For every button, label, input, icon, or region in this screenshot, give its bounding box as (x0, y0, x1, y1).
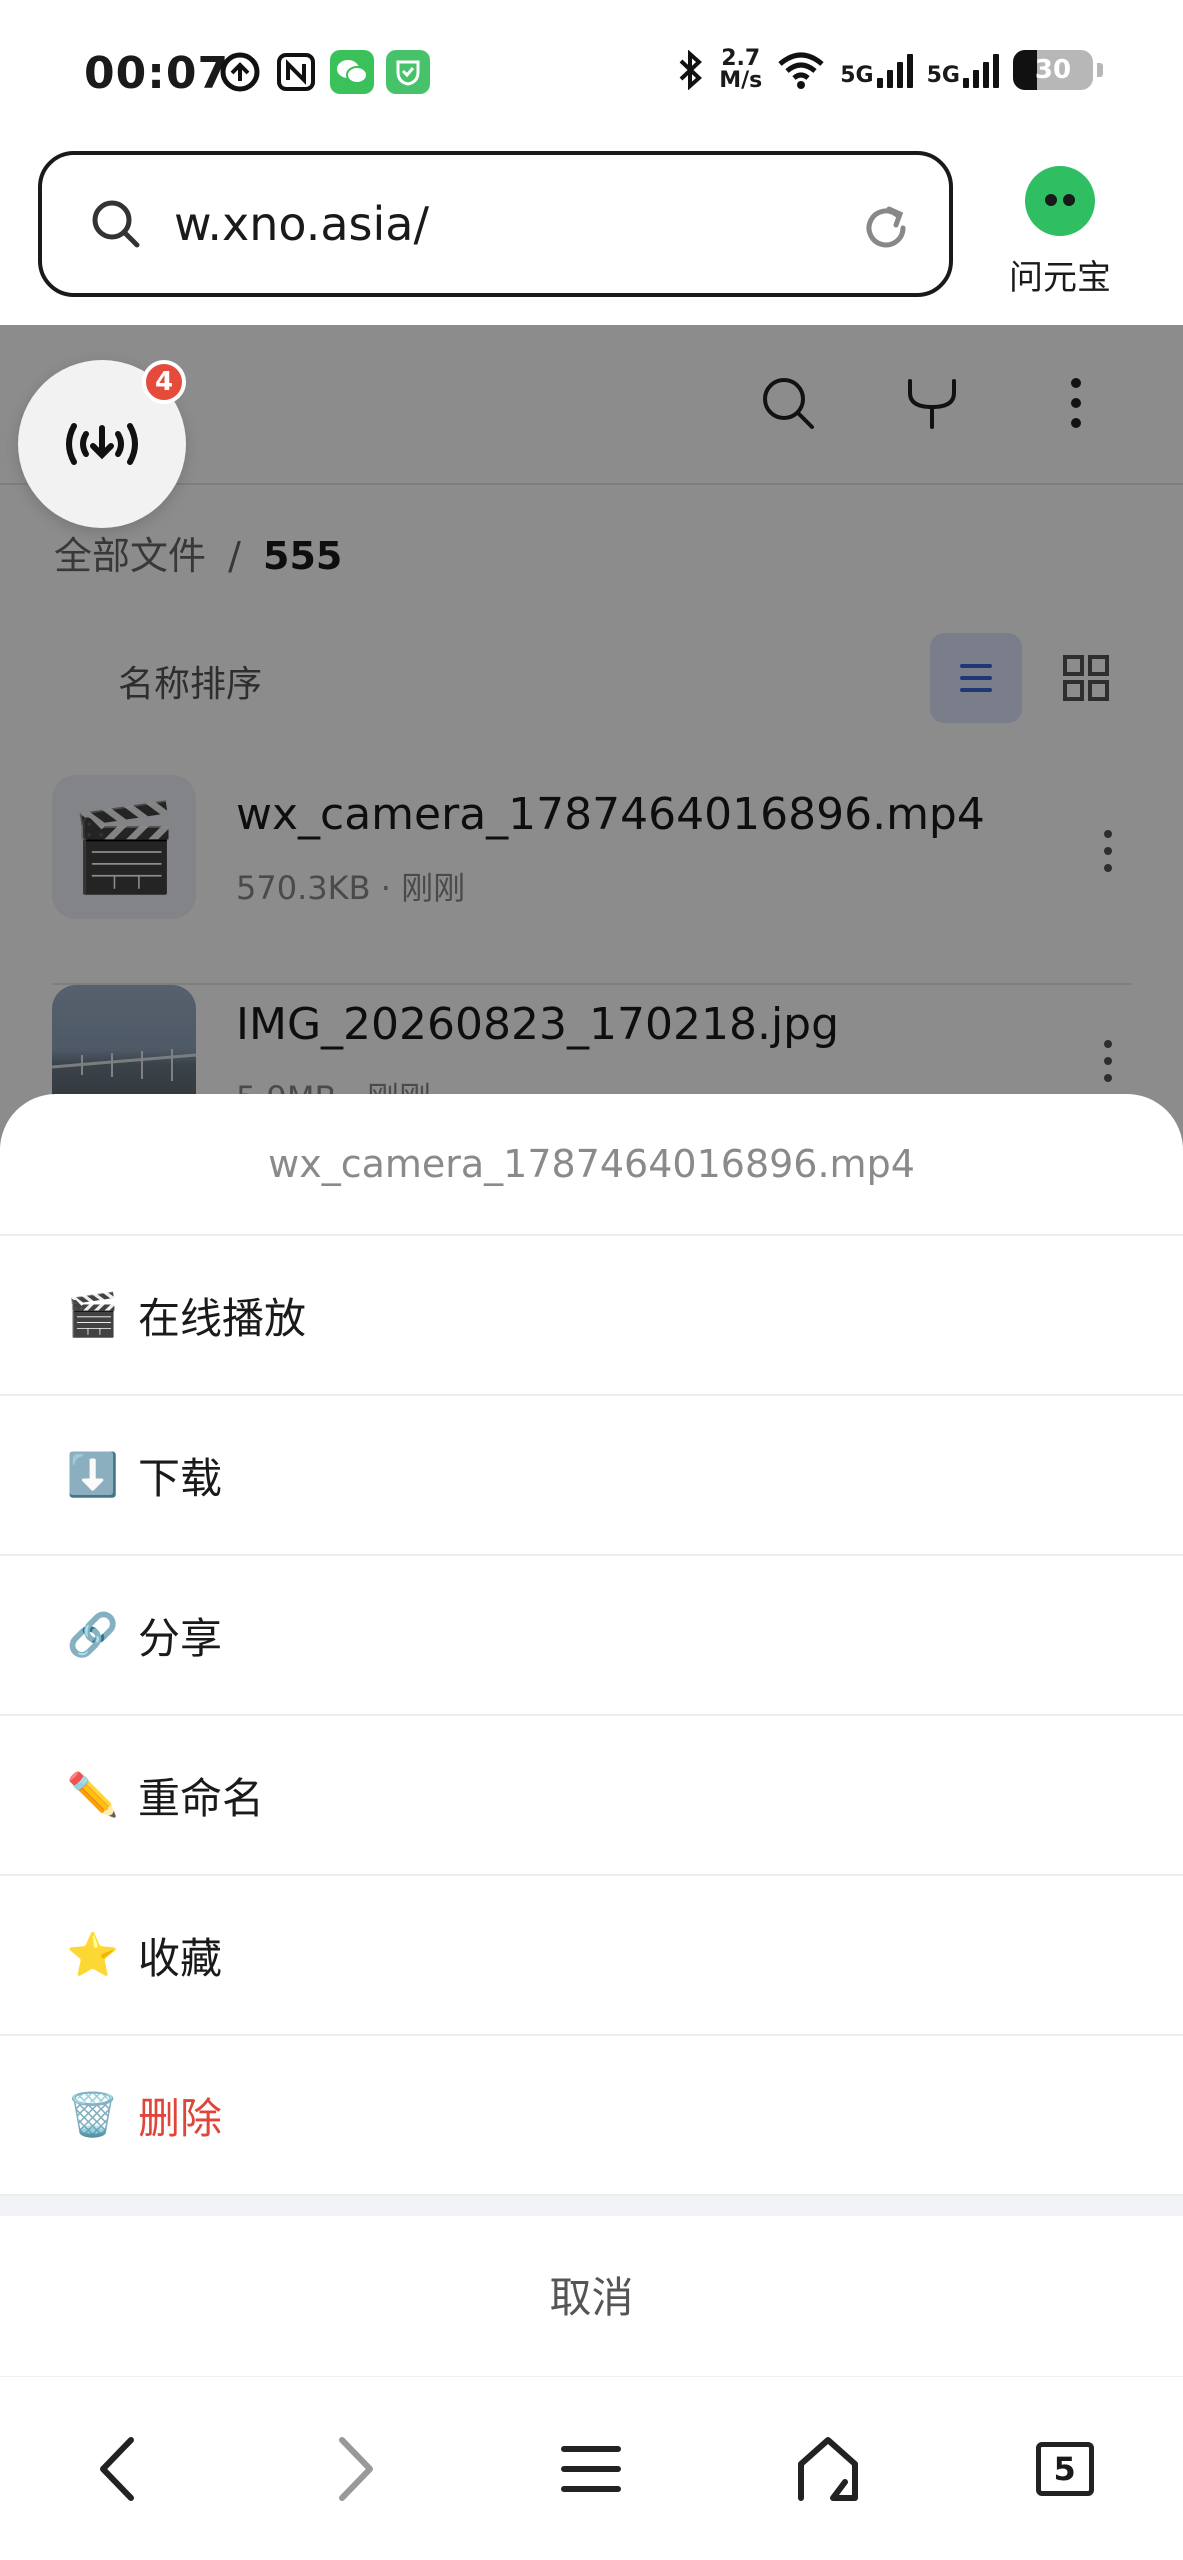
net-speed: 2.7 M/s (719, 46, 763, 93)
action-label: 收藏 (138, 1933, 223, 1983)
action-label: 下载 (138, 1453, 223, 1503)
download-arrow-icon: ⬇️ (66, 1450, 120, 1499)
home-icon (798, 2436, 859, 2501)
action-label: 重命名 (138, 1773, 265, 1823)
download-broadcast-icon (66, 423, 138, 465)
wifi-icon (778, 52, 824, 89)
assistant-button[interactable]: 问元宝 (985, 160, 1135, 299)
system-icons: 2.7 M/s 5G 5G 30 (675, 48, 1103, 92)
cancel-button[interactable]: 取消 (0, 2216, 1183, 2372)
search-icon (92, 200, 140, 248)
action-rename[interactable]: ✏️ 重命名 (0, 1716, 1183, 1876)
chevron-right-icon (338, 2436, 373, 2501)
address-bar[interactable]: w.xno.asia/ (38, 151, 953, 297)
action-delete[interactable]: 🗑️ 删除 (0, 2036, 1183, 2196)
action-sheet-title: wx_camera_1787464016896.mp4 (0, 1094, 1183, 1236)
tab-count-icon: 5 (1035, 2441, 1094, 2496)
action-label: 在线播放 (138, 1293, 307, 1343)
link-icon: 🔗 (66, 1610, 120, 1659)
download-count-badge: 4 (142, 360, 186, 404)
browser-bottom-nav: 5 (0, 2376, 1183, 2560)
signal-sim2: 5G (927, 52, 999, 88)
nfc-icon (274, 50, 318, 94)
browser-icon (218, 50, 262, 94)
url-text[interactable]: w.xno.asia/ (174, 197, 429, 251)
menu-button[interactable] (536, 2414, 646, 2524)
forward-button[interactable] (300, 2414, 410, 2524)
bluetooth-icon (679, 50, 703, 90)
file-action-sheet: wx_camera_1787464016896.mp4 🎬 在线播放 ⬇️ 下载… (0, 1094, 1183, 2376)
security-app-icon (386, 50, 430, 94)
action-download[interactable]: ⬇️ 下载 (0, 1396, 1183, 1556)
assistant-logo-icon (1025, 166, 1095, 236)
status-time: 00:07 (84, 48, 230, 99)
notification-icons (218, 50, 430, 94)
chevron-left-icon (100, 2436, 135, 2501)
battery-icon: 30 (1013, 50, 1093, 90)
pencil-icon: ✏️ (66, 1770, 120, 1819)
action-favorite[interactable]: ⭐ 收藏 (0, 1876, 1183, 2036)
clapper-icon: 🎬 (66, 1290, 120, 1339)
signal-sim1: 5G (840, 52, 913, 88)
back-button[interactable] (63, 2414, 173, 2524)
reload-icon[interactable] (859, 201, 913, 255)
action-play-online[interactable]: 🎬 在线播放 (0, 1236, 1183, 1396)
status-bar: 00:07 2.7 M/s 5G 5G 30 (0, 0, 1183, 150)
trash-icon: 🗑️ (66, 2090, 120, 2139)
action-label: 删除 (138, 2093, 223, 2143)
download-manager-button[interactable]: 4 (18, 360, 186, 528)
home-button[interactable] (773, 2414, 883, 2524)
sheet-divider (0, 2196, 1183, 2216)
tabs-button[interactable]: 5 (1010, 2414, 1120, 2524)
wechat-icon (330, 50, 374, 94)
assistant-label: 问元宝 (1009, 258, 1111, 298)
menu-icon (561, 2445, 622, 2492)
battery-fill (1013, 50, 1037, 90)
action-label: 分享 (138, 1613, 223, 1663)
star-icon: ⭐ (66, 1930, 120, 1979)
action-share[interactable]: 🔗 分享 (0, 1556, 1183, 1716)
